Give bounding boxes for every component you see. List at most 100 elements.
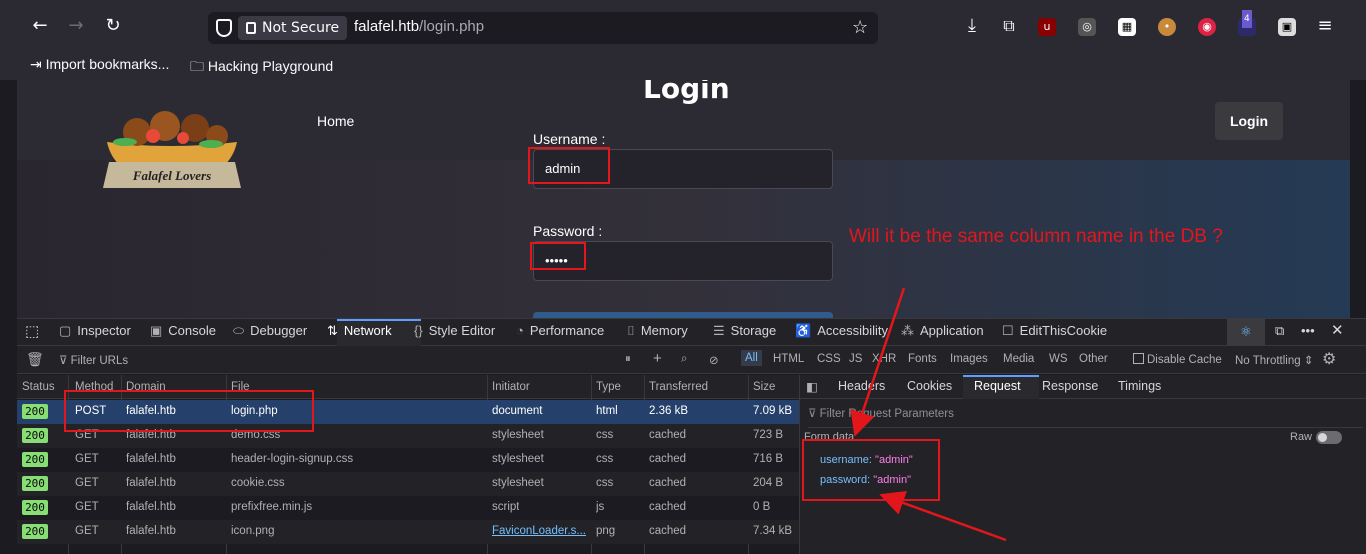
react-devtools-icon[interactable]: ⚛ [1227,318,1265,346]
dock-icon[interactable]: ⧉ [1275,323,1284,339]
settings-gear-icon[interactable]: ⚙ [1322,349,1336,369]
nav-home-link[interactable]: Home [317,113,354,129]
braces-icon: {} [414,323,423,338]
filter-css[interactable]: CSS [817,353,841,365]
col-transferred[interactable]: Transferred [649,381,708,393]
status-badge: 200 [22,428,48,443]
search-icon[interactable]: ⌕ [681,353,687,366]
tab-debugger[interactable]: ⬭ Debugger [233,323,307,339]
header-login-button[interactable]: Login [1215,102,1283,140]
tab-request[interactable]: Request [974,379,1021,393]
table-row[interactable]: 200 GET falafel.htb icon.png FaviconLoader.s… [17,520,799,544]
table-row[interactable]: 200 GET falafel.htb header-login-signup.css… [17,448,799,472]
forward-arrow-icon[interactable]: → [64,14,88,38]
tab-inspector[interactable]: ▢ Inspector [59,323,131,339]
tab-headers[interactable]: Headers [838,379,885,393]
password-label: Password : [533,223,603,239]
cookie-icon[interactable]: • [1158,18,1176,36]
filter-media[interactable]: Media [1003,353,1034,365]
col-size[interactable]: Size [753,381,775,393]
col-type[interactable]: Type [596,381,621,393]
tab-cookies[interactable]: Cookies [907,379,952,393]
tab-editthiscookie[interactable]: ☐ EditThisCookie [1002,323,1107,339]
tab-performance[interactable]: ◔ Performance [516,323,604,338]
extensions-puzzle-icon[interactable]: ⧉ [997,14,1021,38]
col-status[interactable]: Status [22,381,55,393]
url-text[interactable]: falafel.htb/login.php [354,18,484,35]
import-bookmarks-item[interactable]: ⇥ Import bookmarks... [30,56,169,73]
cell-domain: falafel.htb [126,453,176,465]
more-options-icon[interactable]: ••• [1301,323,1315,338]
gauge-icon: ◔ [516,323,524,338]
cell-initiator: stylesheet [492,477,544,489]
filter-images[interactable]: Images [950,353,988,365]
password-highlight-box [530,242,586,270]
not-secure-badge[interactable]: Not Secure [238,16,348,40]
trash-icon[interactable]: 🗑 [26,351,44,368]
browser-toolbar: ← → ↻ Not Secure falafel.htb/login.php ☆… [0,0,1366,52]
hacking-playground-folder[interactable]: 🗀 Hacking Playground [190,56,333,80]
url-path: /login.php [419,18,485,35]
qr-code-icon[interactable]: ▦ [1118,18,1136,36]
back-arrow-icon[interactable]: ← [28,14,52,38]
network-filter-bar: 🗑 ⊽ Filter URLs ⏸ + ⌕ ⊘ All HTML CSS JS … [17,346,1366,374]
tab-console[interactable]: ▣ Console [150,323,216,339]
filter-fonts[interactable]: Fonts [908,353,937,365]
filter-xhr[interactable]: XHR [872,353,896,365]
cell-method: GET [75,453,99,465]
filter-urls-input[interactable]: ⊽ Filter URLs [59,353,128,367]
pick-element-icon[interactable]: ⬚ [25,322,39,340]
pause-icon[interactable]: ⏸ [625,353,631,366]
tab-network[interactable]: ⇅ Network [327,323,392,339]
accessibility-icon: ♿ [795,323,812,338]
url-bar[interactable]: Not Secure falafel.htb/login.php ☆ [208,12,878,44]
disable-cache-checkbox[interactable]: Disable Cache [1133,353,1222,366]
toggle-panel-icon[interactable]: ◧ [806,379,818,394]
tab-application[interactable]: ⁂ Application [901,323,984,339]
cell-initiator[interactable]: FaviconLoader.s... [492,525,586,537]
plus-icon[interactable]: + [653,350,662,367]
cell-file: header-login-signup.css [231,453,354,465]
cell-size: 0 B [753,501,771,513]
close-devtools-icon[interactable]: ✕ [1331,321,1344,339]
falafel-lovers-logo: Falafel Lovers [103,111,241,188]
tab-accessibility[interactable]: ♿ Accessibility [795,323,888,339]
shield-icon[interactable] [216,19,232,37]
toggle-knob [1318,433,1327,442]
tab-response[interactable]: Response [1042,379,1098,393]
star-icon[interactable]: ☆ [852,17,868,38]
hamburger-menu-icon[interactable]: ≡ [1313,14,1337,38]
table-row[interactable]: 200 GET falafel.htb prefixfree.min.js script… [17,496,799,520]
reload-icon[interactable]: ↻ [101,14,125,38]
table-row[interactable]: 200 GET falafel.htb cookie.css stylesheet css… [17,472,799,496]
cell-type: css [596,453,614,465]
tab-timings[interactable]: Timings [1118,379,1161,393]
cell-transferred: cached [649,525,687,537]
raw-toggle[interactable] [1316,431,1342,444]
filter-other[interactable]: Other [1079,353,1108,365]
foxy-proxy-icon[interactable]: ◉ [1198,18,1216,36]
filter-params-input[interactable]: ⊽ Filter Request Parameters [808,406,1363,428]
funnel-icon: ⊽ [808,408,820,420]
import-icon: ⇥ [30,56,46,72]
download-icon[interactable]: ⤓ [960,14,984,38]
php-extension-icon[interactable]: 4 [1238,10,1256,36]
filter-html[interactable]: HTML [773,353,804,365]
filter-all[interactable]: All [741,350,762,366]
profile-icon[interactable]: ▣ [1278,18,1296,36]
col-initiator[interactable]: Initiator [492,381,530,393]
lock-off-icon [246,22,256,34]
cell-initiator: script [492,501,520,513]
filter-ws[interactable]: WS [1049,353,1068,365]
block-icon[interactable]: ⊘ [709,353,719,367]
cell-size: 716 B [753,453,784,465]
cell-domain: falafel.htb [126,525,176,537]
tab-memory[interactable]: ⌷ Memory [627,323,688,339]
ublock-icon[interactable]: u [1038,18,1056,36]
filter-js[interactable]: JS [849,353,862,365]
throttling-select[interactable]: No Throttling ⇕ [1235,353,1313,367]
glasses-icon[interactable]: ◎ [1078,18,1096,36]
cell-method: GET [75,477,99,489]
tab-storage[interactable]: ☰ Storage [713,323,776,339]
tab-style-editor[interactable]: {} Style Editor [414,323,495,338]
